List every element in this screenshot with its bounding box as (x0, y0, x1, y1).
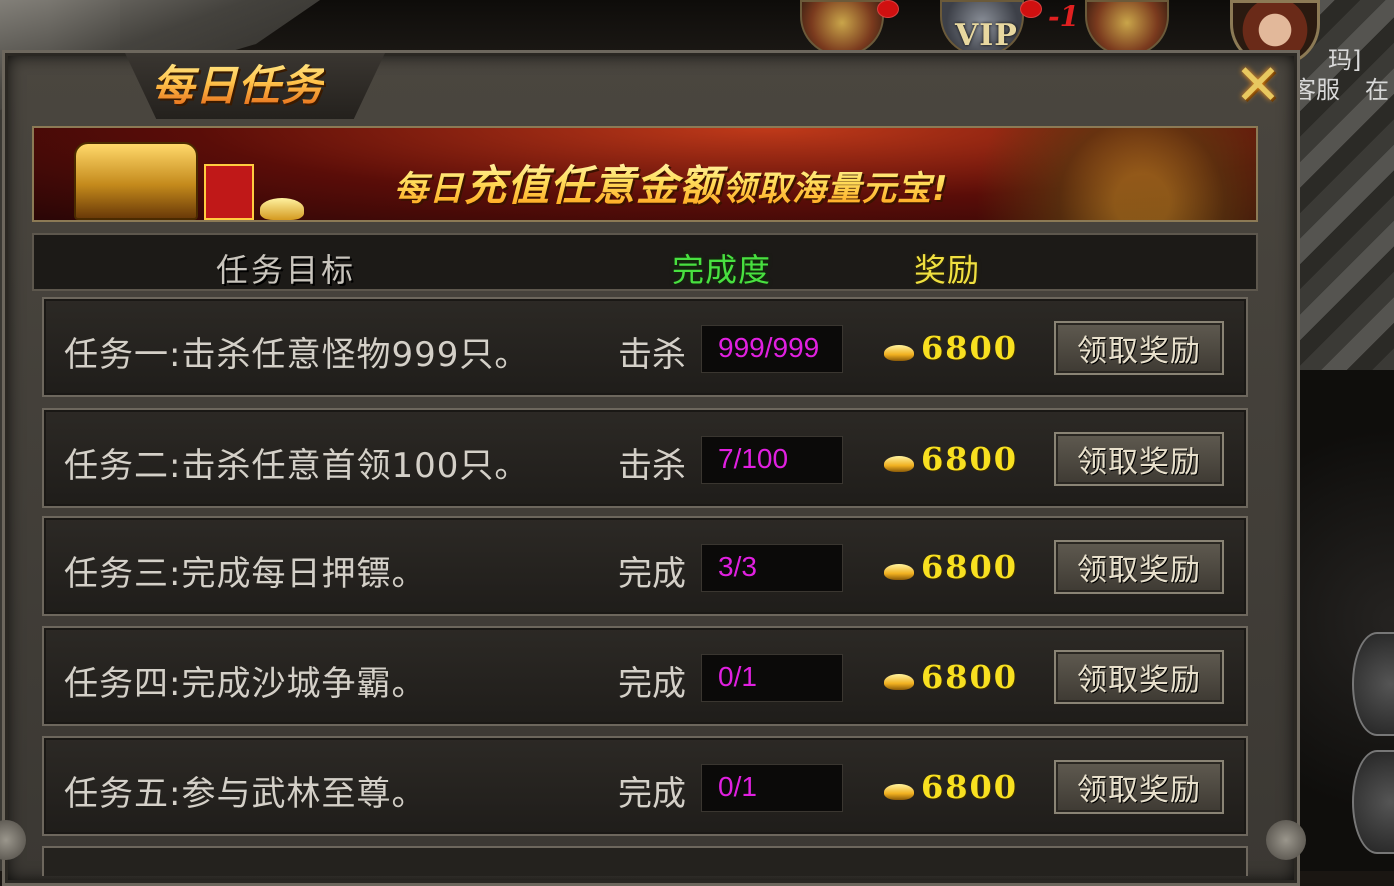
task-row: 任务五:参与武林至尊。 完成 0/1 6800 领取奖励 (42, 736, 1248, 836)
claim-reward-button[interactable]: 领取奖励 (1054, 650, 1224, 704)
side-button[interactable] (1352, 632, 1394, 736)
task-action: 击杀 (618, 335, 686, 375)
gold-ingot-icon (884, 564, 914, 580)
progress-value: 999/999 (718, 332, 820, 363)
reward-amount: 6800 (921, 440, 1019, 478)
claim-reward-button[interactable]: 领取奖励 (1054, 321, 1224, 375)
progress-box: 3/3 (701, 544, 843, 592)
side-text: 在 (1365, 76, 1389, 104)
notification-dot (877, 0, 899, 18)
header-goal: 任务目标 (216, 251, 357, 289)
task-name: 任务二:击杀任意首领100只。 (64, 446, 530, 486)
corner-ornament (1266, 820, 1306, 860)
close-button[interactable]: ✕ (1232, 53, 1284, 118)
task-name: 任务五:参与武林至尊。 (64, 774, 427, 814)
task-name: 任务三:完成每日押镖。 (64, 554, 427, 594)
task-row: 任务三:完成每日押镖。 完成 3/3 6800 领取奖励 (42, 516, 1248, 616)
badge-count: -1 (1048, 0, 1080, 33)
gold-ingot-icon (884, 345, 914, 361)
header-progress: 完成度 (672, 251, 772, 289)
task-name: 任务四:完成沙城争霸。 (64, 664, 427, 704)
side-button[interactable] (1352, 750, 1394, 854)
task-action: 完成 (618, 774, 686, 814)
progress-value: 7/100 (718, 443, 789, 474)
banner-text: 每日充值任意金额领取海量元宝! (394, 152, 949, 213)
banner-text-part1: 每日 (394, 169, 464, 209)
claim-reward-button[interactable]: 领取奖励 (1054, 760, 1224, 814)
reward-amount: 6800 (921, 658, 1019, 696)
progress-box: 0/1 (701, 764, 843, 812)
gold-ingot-icon (884, 784, 914, 800)
panel-title: 每日任务 (152, 52, 324, 113)
gold-ingot-icon (884, 674, 914, 690)
task-action: 击杀 (618, 446, 686, 486)
progress-box: 7/100 (701, 436, 843, 484)
gift-icon (204, 164, 254, 220)
claim-reward-button[interactable]: 领取奖励 (1054, 432, 1224, 486)
close-x-icon: ✕ (1234, 53, 1282, 118)
task-row: 任务四:完成沙城争霸。 完成 0/1 6800 领取奖励 (42, 626, 1248, 726)
progress-value: 3/3 (718, 551, 757, 582)
notification-dot (1020, 0, 1042, 18)
task-row: 任务一:击杀任意怪物999只。 击杀 999/999 6800 领取奖励 (42, 297, 1248, 397)
progress-value: 0/1 (718, 661, 757, 692)
reward-amount: 6800 (921, 768, 1019, 806)
banner-text-part3: 领取海量元宝! (722, 169, 949, 209)
treasure-chest-icon (74, 136, 304, 220)
task-action: 完成 (618, 554, 686, 594)
reward-amount: 6800 (921, 329, 1019, 367)
header-reward: 奖励 (914, 251, 981, 289)
task-row-partial (42, 846, 1248, 876)
vip-label: VIP (955, 18, 1018, 53)
chest-icon (74, 142, 198, 220)
progress-box: 999/999 (701, 325, 843, 373)
reward-amount: 6800 (921, 548, 1019, 586)
claim-reward-button[interactable]: 领取奖励 (1054, 540, 1224, 594)
task-action: 完成 (618, 664, 686, 704)
task-row: 任务二:击杀任意首领100只。 击杀 7/100 6800 领取奖励 (42, 408, 1248, 508)
gold-ingot-icon (884, 456, 914, 472)
gold-ingot-icon (260, 198, 304, 220)
task-name: 任务一:击杀任意怪物999只。 (64, 335, 530, 375)
recharge-banner[interactable]: 每日充值任意金额领取海量元宝! (32, 126, 1258, 222)
banner-text-part2: 充值任意金额 (464, 161, 723, 210)
progress-value: 0/1 (718, 771, 757, 802)
progress-box: 0/1 (701, 654, 843, 702)
task-table-header: 任务目标 完成度 奖励 (32, 233, 1258, 291)
